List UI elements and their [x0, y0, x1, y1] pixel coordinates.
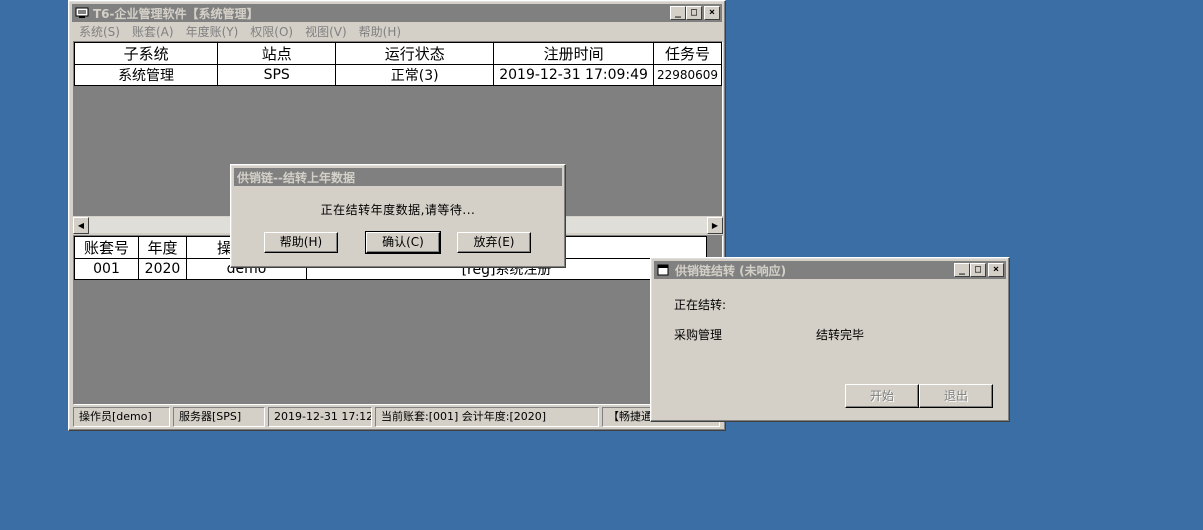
- menu-help[interactable]: 帮助(H): [353, 23, 407, 40]
- table-cell: 正常(3): [335, 64, 495, 86]
- confirm-button[interactable]: 确认(C): [365, 231, 441, 254]
- main-titlebar[interactable]: T6-企业管理软件【系统管理】 _ □ ×: [72, 4, 722, 22]
- maximize-button[interactable]: □: [970, 263, 986, 277]
- menu-permission[interactable]: 权限(O): [244, 23, 299, 40]
- app-icon: [75, 7, 89, 19]
- help-button[interactable]: 帮助(H): [264, 232, 338, 253]
- table-cell: 2019-12-31 17:09:49: [493, 64, 655, 86]
- menu-view[interactable]: 视图(V): [299, 23, 353, 40]
- transfer-title: 供销链结转 (未响应): [675, 263, 787, 278]
- scroll-right-icon[interactable]: ▶: [707, 217, 723, 234]
- progress-message: 正在结转年度数据,请等待...: [320, 203, 476, 217]
- progress-dialog: 供销链--结转上年数据 正在结转年度数据,请等待... 帮助(H) 确认(C) …: [230, 164, 566, 268]
- start-button[interactable]: 开始: [845, 384, 919, 408]
- module-status: 结转完毕: [816, 328, 865, 342]
- minimize-button[interactable]: _: [954, 263, 970, 277]
- close-button[interactable]: ×: [704, 6, 720, 20]
- minimize-button[interactable]: _: [670, 6, 686, 20]
- column-header[interactable]: 站点: [217, 42, 337, 65]
- dialog-title: 供销链--结转上年数据: [237, 170, 355, 185]
- column-header[interactable]: 子系统: [74, 42, 219, 65]
- window-icon: [657, 264, 671, 276]
- module-name: 采购管理: [674, 328, 723, 342]
- subsystems-table: 子系统 站点 运行状态 注册时间 任务号 系统管理 SPS 正常(3) 2019…: [74, 42, 722, 86]
- transfer-window: 供销链结转 (未响应) _ □ × 正在结转: 采购管理 结转完毕 开始 退出: [650, 257, 1010, 422]
- menu-year-account[interactable]: 年度账(Y): [180, 23, 245, 40]
- status-server: 服务器[SPS]: [173, 407, 265, 427]
- scroll-left-icon[interactable]: ◀: [73, 217, 89, 234]
- maximize-button[interactable]: □: [686, 6, 702, 20]
- dialog-titlebar[interactable]: 供销链--结转上年数据: [234, 168, 562, 186]
- column-header[interactable]: 运行状态: [335, 42, 495, 65]
- menu-system[interactable]: 系统(S): [73, 23, 126, 40]
- main-title: T6-企业管理软件【系统管理】: [93, 6, 259, 21]
- menu-account[interactable]: 账套(A): [126, 23, 180, 40]
- transfer-status-label: 正在结转:: [674, 298, 727, 312]
- table-cell: 001: [74, 258, 139, 280]
- column-header[interactable]: 账套号: [74, 236, 139, 259]
- menu-bar: 系统(S) 账套(A) 年度账(Y) 权限(O) 视图(V) 帮助(H): [73, 22, 407, 41]
- column-header[interactable]: 年度: [138, 236, 187, 259]
- status-datetime: 2019-12-31 17:12: [268, 407, 372, 427]
- table-cell: 22980609: [653, 64, 722, 86]
- exit-button[interactable]: 退出: [919, 384, 993, 408]
- table-row[interactable]: 系统管理 SPS 正常(3) 2019-12-31 17:09:49 22980…: [74, 64, 722, 86]
- column-header[interactable]: 注册时间: [493, 42, 655, 65]
- status-current-account: 当前账套:[001] 会计年度:[2020]: [375, 407, 599, 427]
- status-operator: 操作员[demo]: [73, 407, 170, 427]
- close-button[interactable]: ×: [988, 263, 1004, 277]
- status-bar: 操作员[demo] 服务器[SPS] 2019-12-31 17:12 当前账套…: [73, 407, 723, 428]
- table-cell: SPS: [217, 64, 337, 86]
- table-cell: 2020: [138, 258, 187, 280]
- column-header[interactable]: 任务号: [653, 42, 722, 65]
- abandon-button[interactable]: 放弃(E): [457, 232, 531, 253]
- table-cell: 系统管理: [74, 64, 219, 86]
- transfer-titlebar[interactable]: 供销链结转 (未响应) _ □ ×: [654, 261, 1006, 279]
- table-header-row: 子系统 站点 运行状态 注册时间 任务号: [74, 42, 722, 65]
